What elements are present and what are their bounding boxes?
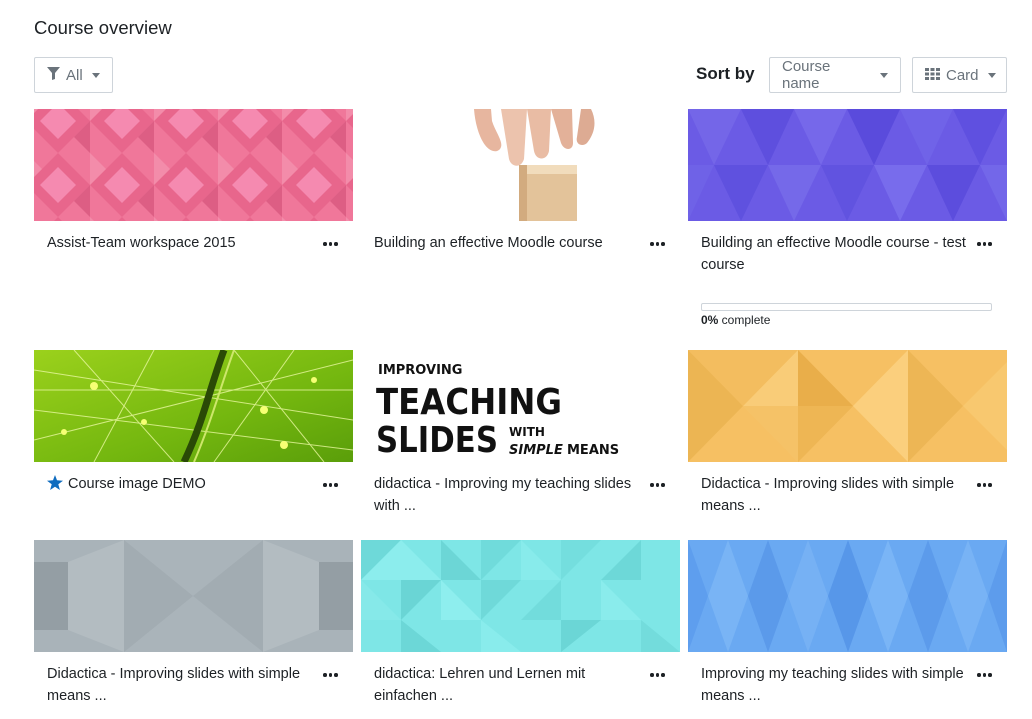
course-card[interactable]: Didactica - Improving slides with simple…	[688, 350, 1007, 530]
course-title[interactable]: Didactica - Improving slides with simple…	[47, 663, 312, 707]
course-actions-menu[interactable]	[650, 670, 666, 680]
course-image[interactable]	[34, 350, 353, 462]
grid-icon	[925, 67, 940, 84]
course-image[interactable]	[34, 540, 353, 652]
banner-line3: SLIDES	[376, 420, 498, 461]
banner-with: WITH	[509, 425, 545, 439]
chevron-down-icon	[987, 72, 996, 78]
course-title[interactable]: didactica: Lehren und Lernen mit einfach…	[374, 663, 639, 707]
star-icon	[47, 475, 63, 497]
course-title[interactable]: Assist-Team workspace 2015	[47, 232, 312, 254]
course-image[interactable]	[361, 109, 680, 221]
banner-line2: TEACHING	[376, 382, 562, 423]
course-actions-menu[interactable]	[323, 480, 339, 490]
chevron-down-icon	[91, 72, 100, 78]
page-title: Course overview	[34, 17, 172, 38]
course-actions-menu[interactable]	[650, 480, 666, 490]
course-actions-menu[interactable]	[650, 239, 666, 249]
course-title[interactable]: Course image DEMO	[47, 473, 312, 497]
course-card[interactable]: Assist-Team workspace 2015	[34, 109, 353, 339]
chevron-down-icon	[880, 72, 888, 78]
course-image[interactable]	[34, 109, 353, 221]
banner-line1: IMPROVING	[378, 363, 462, 378]
view-label: Card	[946, 66, 979, 84]
progress-label: 0% complete	[701, 313, 770, 327]
course-actions-menu[interactable]	[323, 670, 339, 680]
course-title[interactable]: didactica - Improving my teaching slides…	[374, 473, 639, 517]
progress-value: 0%	[701, 313, 719, 327]
banner-simple: SIMPLE	[509, 443, 563, 458]
course-card[interactable]: Improving my teaching slides with simple…	[688, 540, 1007, 719]
course-card[interactable]: Course image DEMO	[34, 350, 353, 530]
course-image[interactable]	[688, 350, 1007, 462]
course-actions-menu[interactable]	[323, 239, 339, 249]
course-image[interactable]	[688, 540, 1007, 652]
course-card[interactable]: Didactica - Improving slides with simple…	[34, 540, 353, 719]
banner-means: MEANS	[567, 443, 619, 458]
view-dropdown-button[interactable]: Card	[912, 57, 1007, 93]
course-card[interactable]: Building an effective Moodle course	[361, 109, 680, 339]
filter-dropdown-button[interactable]: All	[34, 57, 113, 93]
progress-bar	[701, 303, 992, 311]
course-card[interactable]: IMPROVING TEACHING SLIDES WITH SIMPLE ME…	[361, 350, 680, 530]
sort-dropdown-button[interactable]: Course name	[769, 57, 901, 93]
course-card[interactable]: Building an effective Moodle course - te…	[688, 109, 1007, 339]
course-title[interactable]: Didactica - Improving slides with simple…	[701, 473, 966, 517]
course-actions-menu[interactable]	[977, 239, 993, 249]
course-image[interactable]: IMPROVING TEACHING SLIDES WITH SIMPLE ME…	[361, 350, 680, 462]
course-title[interactable]: Building an effective Moodle course	[374, 232, 639, 254]
course-image[interactable]	[361, 540, 680, 652]
progress-suffix: complete	[718, 313, 771, 327]
course-image[interactable]	[688, 109, 1007, 221]
course-actions-menu[interactable]	[977, 670, 993, 680]
sort-value: Course name	[782, 58, 831, 92]
course-actions-menu[interactable]	[977, 480, 993, 490]
course-card[interactable]: didactica: Lehren und Lernen mit einfach…	[361, 540, 680, 719]
course-title[interactable]: Improving my teaching slides with simple…	[701, 663, 966, 707]
sort-by-label: Sort by	[696, 64, 755, 83]
filter-icon	[47, 66, 60, 84]
course-title-text: Course image DEMO	[68, 476, 206, 492]
course-title[interactable]: Building an effective Moodle course - te…	[701, 232, 966, 276]
filter-label: All	[66, 66, 83, 84]
